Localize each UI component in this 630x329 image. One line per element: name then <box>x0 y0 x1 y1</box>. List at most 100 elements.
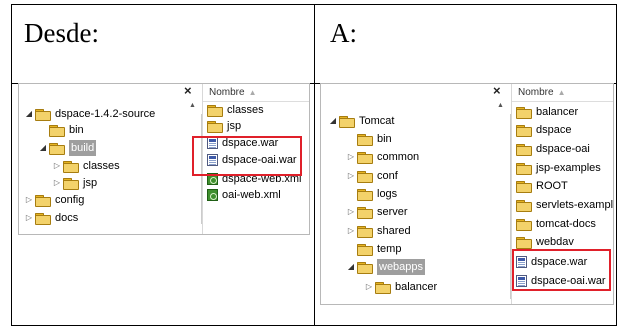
expand-toggle-icon[interactable]: ▷ <box>345 204 357 220</box>
destination-heading: A: <box>330 18 357 48</box>
tree-item-label: bin <box>377 133 392 145</box>
tree-item-server[interactable]: ▷ server <box>345 204 408 220</box>
xml-file-icon <box>207 189 218 201</box>
folder-icon <box>357 206 373 219</box>
folder-icon <box>516 180 532 193</box>
highlight-box-source-wars <box>192 136 302 176</box>
tree-item-label: conf <box>377 170 398 182</box>
expand-toggle-icon[interactable]: ◢ <box>345 259 357 275</box>
folder-icon <box>516 143 532 156</box>
tree-item-docs[interactable]: ▷ docs <box>23 210 78 226</box>
tree-item-bin[interactable]: bin <box>345 131 392 147</box>
file-item-label: oai-web.xml <box>222 189 281 201</box>
tree-item-label: balancer <box>395 281 438 293</box>
folder-icon <box>357 243 373 256</box>
sort-ascending-icon: ▲ <box>557 88 566 97</box>
file-item-classes[interactable]: classes <box>207 102 264 118</box>
scroll-up-icon[interactable]: ▲ <box>497 102 504 109</box>
close-icon[interactable]: × <box>493 84 501 98</box>
column-header-name[interactable]: Nombre ▲ <box>209 87 257 98</box>
folder-icon <box>516 199 532 212</box>
folder-icon <box>357 261 373 274</box>
folder-icon <box>49 124 65 137</box>
file-item-root[interactable]: ROOT <box>516 178 568 194</box>
expand-toggle-icon[interactable]: ▷ <box>345 223 357 239</box>
file-item-oai-web-xml[interactable]: oai-web.xml <box>207 187 281 203</box>
tree-item-label: logs <box>377 188 398 200</box>
highlight-box-destination-wars <box>512 249 611 291</box>
source-explorer-panel: × ▲ ◢ dspace-1.4.2-source bin ◢ build ▷ <box>18 83 310 235</box>
file-item-webdav[interactable]: webdav <box>516 234 574 250</box>
folder-icon <box>516 162 532 175</box>
tree-item-balancer[interactable]: ▷ balancer <box>363 279 437 295</box>
folder-icon <box>357 188 373 201</box>
folder-icon <box>375 281 391 294</box>
tree-item-classes[interactable]: ▷ classes <box>51 158 120 174</box>
tree-item-common[interactable]: ▷ common <box>345 149 419 165</box>
folder-icon <box>63 177 79 190</box>
tree-item-conf[interactable]: ▷ conf <box>345 168 398 184</box>
expand-toggle-icon[interactable]: ▷ <box>51 175 63 191</box>
sort-ascending-icon: ▲ <box>248 88 257 97</box>
tree-item-label: build <box>69 140 97 156</box>
tree-item-logs[interactable]: logs <box>345 186 397 202</box>
expand-toggle-icon[interactable]: ▷ <box>51 158 63 174</box>
expand-toggle-icon[interactable]: ▷ <box>23 210 35 226</box>
tree-item-tomcat[interactable]: ◢ Tomcat <box>327 113 394 129</box>
tree-item-label: config <box>55 194 85 206</box>
file-item-label: webdav <box>536 236 574 248</box>
tree-item-shared[interactable]: ▷ shared <box>345 223 411 239</box>
file-item-dspace[interactable]: dspace <box>516 122 571 138</box>
tree-item-webapps[interactable]: ◢ webapps <box>345 259 426 275</box>
expand-toggle-icon[interactable]: ▷ <box>345 149 357 165</box>
column-header-name[interactable]: Nombre ▲ <box>518 87 566 98</box>
column-header-divider <box>512 101 613 102</box>
file-item-label: balancer <box>536 106 579 118</box>
file-item-jsp[interactable]: jsp <box>207 118 241 134</box>
expand-toggle-icon[interactable]: ◢ <box>37 140 49 156</box>
tree-item-label: webapps <box>377 259 426 275</box>
document-table: Desde: A: × ▲ ◢ dspace-1.4.2-source bin … <box>11 4 617 326</box>
tree-item-build[interactable]: ◢ build <box>37 140 97 156</box>
folder-icon <box>357 151 373 164</box>
folder-icon <box>207 120 223 133</box>
file-item-label: dspace <box>536 124 572 136</box>
expand-toggle-icon[interactable]: ◢ <box>327 113 339 129</box>
tree-item-bin[interactable]: bin <box>37 122 84 138</box>
tree-scrollbar[interactable] <box>510 114 511 299</box>
file-item-balancer[interactable]: balancer <box>516 104 578 120</box>
tree-item-label: docs <box>55 212 79 224</box>
source-heading: Desde: <box>24 18 99 48</box>
scroll-up-icon[interactable]: ▲ <box>189 102 196 109</box>
tree-item-jsp[interactable]: ▷ jsp <box>51 175 97 191</box>
folder-icon <box>516 218 532 231</box>
tree-item-config[interactable]: ▷ config <box>23 192 84 208</box>
file-item-dspace-oai[interactable]: dspace-oai <box>516 141 590 157</box>
folder-icon <box>516 106 532 119</box>
file-item-jsp-examples[interactable]: jsp-examples <box>516 160 601 176</box>
file-item-label: classes <box>227 104 264 116</box>
tree-item-label: dspace-1.4.2-source <box>55 108 156 120</box>
expand-toggle-icon[interactable]: ▷ <box>345 168 357 184</box>
folder-icon <box>516 236 532 249</box>
destination-folder-tree: × ▲ ◢ Tomcat bin ▷ common ▷ conf logs ▷ … <box>321 84 512 304</box>
tree-item-dspace-source[interactable]: ◢ dspace-1.4.2-source <box>23 106 155 122</box>
file-item-tomcat-docs[interactable]: tomcat-docs <box>516 216 596 232</box>
file-item-servlets-examples[interactable]: servlets-examples <box>516 197 614 213</box>
source-folder-tree: × ▲ ◢ dspace-1.4.2-source bin ◢ build ▷ <box>19 84 203 234</box>
close-icon[interactable]: × <box>184 84 192 98</box>
file-item-label: tomcat-docs <box>536 218 596 230</box>
expand-toggle-icon[interactable]: ▷ <box>363 279 375 295</box>
folder-icon <box>339 115 355 128</box>
file-item-label: servlets-examples <box>536 199 614 211</box>
tree-item-label: Tomcat <box>359 115 395 127</box>
folder-icon <box>49 142 65 155</box>
folder-icon <box>35 108 51 121</box>
folder-icon <box>35 212 51 225</box>
tree-item-temp[interactable]: temp <box>345 241 401 257</box>
folder-icon <box>357 133 373 146</box>
tree-item-label: shared <box>377 225 411 237</box>
column-header-label: Nombre <box>209 87 245 98</box>
expand-toggle-icon[interactable]: ▷ <box>23 192 35 208</box>
expand-toggle-icon[interactable]: ◢ <box>23 106 35 122</box>
